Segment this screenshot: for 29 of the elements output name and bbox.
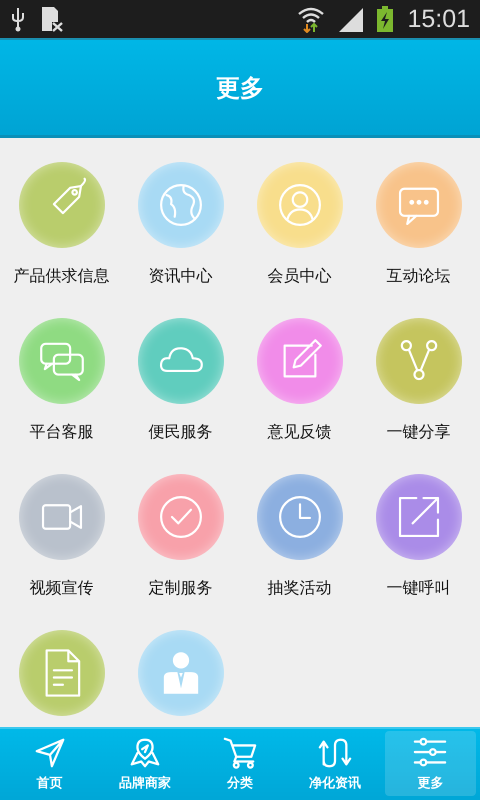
feature-label: 资讯中心 [148,266,212,287]
battery-icon [377,6,394,32]
arrows-icon [318,736,352,770]
feature-label: 会员中心 [268,266,332,287]
tab[interactable]: 更多 [384,731,476,796]
usb-icon [10,6,26,32]
sim-card-icon [40,6,64,32]
feature-label: 便民服务 [148,422,212,443]
tab[interactable]: 净化资讯 [290,731,381,796]
wifi-icon [297,5,326,33]
feature-label: 一键分享 [386,422,450,443]
paper-plane-icon [32,736,67,770]
tab[interactable]: 分类 [194,731,286,796]
feature-label: 抽奖活动 [268,578,332,599]
feature-label: 定制服务 [148,578,212,599]
cart-icon [223,736,257,770]
feature-label: 产品供求信息 [14,266,110,287]
feature-label: 视频宣传 [30,578,94,599]
tab[interactable]: 首页 [4,731,96,796]
map-pin-icon [128,736,162,770]
feature-label: 平台客服 [30,422,94,443]
feature-label: 一键呼叫 [386,578,450,599]
feature-label: 意见反馈 [268,422,332,443]
page-title: 更多 [216,72,264,104]
tab[interactable]: 品牌商家 [99,731,190,796]
sliders-icon [413,736,448,770]
feature-label: 互动论坛 [386,266,450,287]
clock-time: 15:01 [407,4,470,34]
signal-icon [339,6,364,32]
